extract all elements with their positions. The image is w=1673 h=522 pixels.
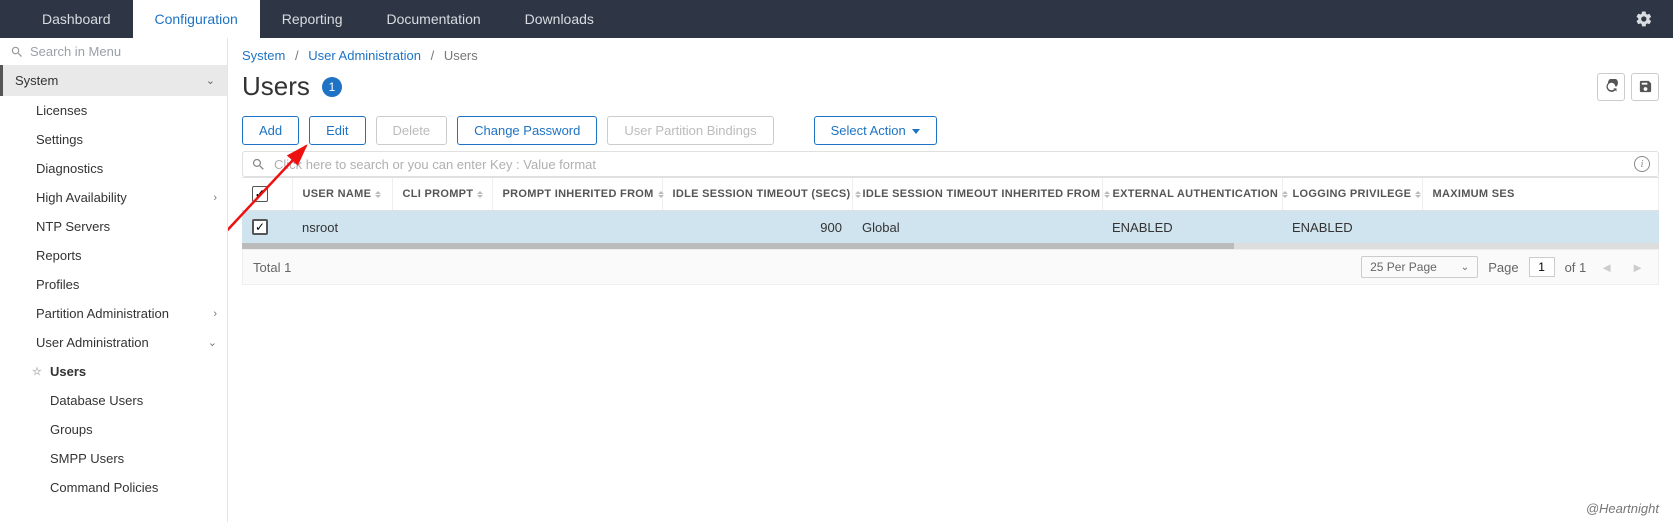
sidebar-group-label: System xyxy=(15,73,58,88)
change-password-button[interactable]: Change Password xyxy=(457,116,597,145)
nav-downloads[interactable]: Downloads xyxy=(503,0,616,38)
col-logging[interactable]: LOGGING PRIVILEGE xyxy=(1282,178,1422,211)
count-badge: 1 xyxy=(322,77,342,97)
horizontal-scrollbar[interactable] xyxy=(242,243,1659,249)
chevron-right-icon: › xyxy=(213,192,217,204)
refresh-button[interactable] xyxy=(1597,73,1625,101)
chevron-down-icon: ⌄ xyxy=(208,336,217,349)
col-ext-auth[interactable]: EXTERNAL AUTHENTICATION xyxy=(1102,178,1282,211)
col-idle-timeout[interactable]: IDLE SESSION TIMEOUT (SECS) xyxy=(662,178,852,211)
col-cli-prompt[interactable]: CLI PROMPT xyxy=(392,178,492,211)
sidebar-item-profiles[interactable]: Profiles xyxy=(0,270,227,299)
cell-logging: ENABLED xyxy=(1282,211,1422,244)
add-button[interactable]: Add xyxy=(242,116,299,145)
nav-documentation[interactable]: Documentation xyxy=(364,0,502,38)
search-icon xyxy=(10,45,24,59)
sidebar-item-groups[interactable]: Groups xyxy=(0,415,227,444)
sidebar-item-users[interactable]: Users xyxy=(0,357,227,386)
cell-user-name: nsroot xyxy=(292,211,392,244)
sidebar-group-system[interactable]: System ⌄ xyxy=(0,65,227,96)
sidebar-item-ntp-servers[interactable]: NTP Servers xyxy=(0,212,227,241)
next-page-button[interactable]: ► xyxy=(1627,260,1648,275)
col-max-ses[interactable]: MAXIMUM SES xyxy=(1422,178,1659,211)
menu-search[interactable] xyxy=(0,38,227,65)
sidebar-item-command-policies[interactable]: Command Policies xyxy=(0,473,227,502)
cell-prompt-inherited xyxy=(492,211,662,244)
search-icon xyxy=(251,157,266,172)
page-label: Page xyxy=(1488,260,1518,275)
col-prompt-inherited[interactable]: PROMPT INHERITED FROM xyxy=(492,178,662,211)
toolbar: Add Edit Delete Change Password User Par… xyxy=(242,116,1659,145)
save-button[interactable] xyxy=(1631,73,1659,101)
sidebar: System ⌄ Licenses Settings Diagnostics H… xyxy=(0,38,228,522)
cell-cli-prompt xyxy=(392,211,492,244)
chevron-right-icon: › xyxy=(213,308,217,320)
sidebar-item-licenses[interactable]: Licenses xyxy=(0,96,227,125)
select-all-checkbox[interactable] xyxy=(252,186,268,202)
gear-icon[interactable] xyxy=(1635,0,1653,38)
table-row[interactable]: nsroot 900 Global ENABLED ENABLED xyxy=(242,211,1659,244)
sidebar-item-partition-administration[interactable]: Partition Administration › xyxy=(0,299,227,328)
sidebar-item-reports[interactable]: Reports xyxy=(0,241,227,270)
prev-page-button[interactable]: ◄ xyxy=(1596,260,1617,275)
sidebar-item-smpp-users[interactable]: SMPP Users xyxy=(0,444,227,473)
watermark: @Heartnight xyxy=(1586,501,1659,516)
edit-button[interactable]: Edit xyxy=(309,116,365,145)
total-count: Total 1 xyxy=(253,260,291,275)
cell-max-ses xyxy=(1422,211,1659,244)
sidebar-item-high-availability[interactable]: High Availability › xyxy=(0,183,227,212)
delete-button: Delete xyxy=(376,116,448,145)
sidebar-item-settings[interactable]: Settings xyxy=(0,125,227,154)
users-table: USER NAME CLI PROMPT PROMPT INHERITED FR… xyxy=(242,177,1659,249)
breadcrumb: System / User Administration / Users xyxy=(242,48,1659,63)
save-icon xyxy=(1638,79,1653,94)
col-checkbox[interactable] xyxy=(242,178,292,211)
row-checkbox[interactable] xyxy=(252,219,268,235)
breadcrumb-user-administration[interactable]: User Administration xyxy=(308,48,421,63)
table-footer: Total 1 25 Per Page ⌄ Page of 1 ◄ ► xyxy=(242,249,1659,285)
table-search[interactable]: i xyxy=(242,151,1659,177)
page-input[interactable] xyxy=(1529,257,1555,277)
nav-reporting[interactable]: Reporting xyxy=(260,0,365,38)
per-page-select[interactable]: 25 Per Page ⌄ xyxy=(1361,256,1478,278)
nav-configuration[interactable]: Configuration xyxy=(133,0,260,38)
select-action-dropdown[interactable]: Select Action xyxy=(814,116,937,145)
user-partition-bindings-button: User Partition Bindings xyxy=(607,116,773,145)
sidebar-item-user-administration[interactable]: User Administration ⌄ xyxy=(0,328,227,357)
cell-idle-timeout: 900 xyxy=(662,211,852,244)
chevron-down-icon: ⌄ xyxy=(206,74,215,87)
info-icon[interactable]: i xyxy=(1634,156,1650,172)
sidebar-item-database-users[interactable]: Database Users xyxy=(0,386,227,415)
table-search-input[interactable] xyxy=(274,157,1634,172)
col-idle-inherited[interactable]: IDLE SESSION TIMEOUT INHERITED FROM xyxy=(852,178,1102,211)
col-user-name[interactable]: USER NAME xyxy=(292,178,392,211)
page-of-label: of 1 xyxy=(1565,260,1587,275)
cell-ext-auth: ENABLED xyxy=(1102,211,1282,244)
menu-search-input[interactable] xyxy=(30,44,217,59)
nav-dashboard[interactable]: Dashboard xyxy=(20,0,133,38)
main-content: System / User Administration / Users Use… xyxy=(228,38,1673,522)
breadcrumb-system[interactable]: System xyxy=(242,48,285,63)
cell-idle-inherited: Global xyxy=(852,211,1102,244)
breadcrumb-current: Users xyxy=(444,48,478,63)
refresh-icon xyxy=(1604,79,1619,94)
sidebar-item-diagnostics[interactable]: Diagnostics xyxy=(0,154,227,183)
chevron-down-icon: ⌄ xyxy=(1461,262,1469,273)
top-nav: Dashboard Configuration Reporting Docume… xyxy=(0,0,1673,38)
page-title: Users xyxy=(242,71,310,102)
